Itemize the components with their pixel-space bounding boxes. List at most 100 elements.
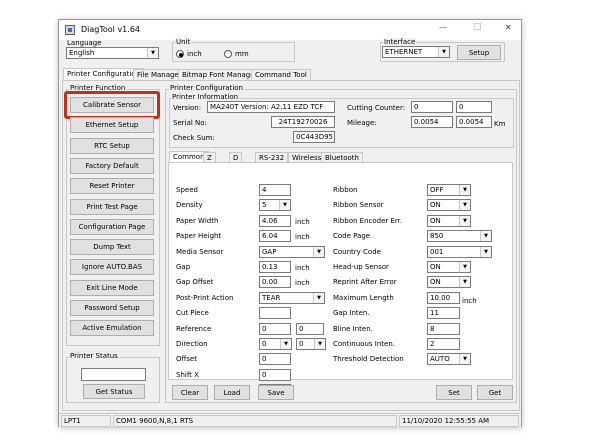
load-button[interactable]: Load [214, 385, 250, 400]
unit-inch-radio[interactable] [176, 50, 184, 58]
code-page-label: Code Page [333, 232, 371, 240]
interface-select[interactable]: ETHERNET ▼ [382, 46, 450, 58]
code-page-value: 850 [430, 232, 444, 240]
serial-label: Serial No: [173, 119, 207, 127]
maximum-length-unit: inch [462, 297, 477, 305]
checksum-field: 0C443D95 [293, 131, 335, 143]
shift-x-field[interactable]: 0 [259, 369, 291, 381]
minimize-icon[interactable]: — [439, 23, 447, 32]
printer-information-label: Printer Information [171, 93, 240, 101]
gap-inten-field[interactable]: 11 [427, 307, 460, 319]
checksum-label: Check Sum: [173, 134, 215, 142]
tab-command-tool[interactable]: Command Tool [251, 69, 311, 80]
printer-function-button-password-setup[interactable]: Password Setup [70, 300, 154, 316]
set-button[interactable]: Set [436, 385, 472, 400]
tab-bitmap-font-manager[interactable]: Bitmap Font Manager [178, 69, 262, 80]
printer-function-button-calibrate-sensor[interactable]: Calibrate Sensor [70, 97, 154, 113]
version-label: Version: [173, 104, 202, 112]
reference-2-field[interactable]: 0 [296, 323, 324, 335]
printer-function-button-configuration-page[interactable]: Configuration Page [70, 219, 154, 235]
density-select[interactable]: 5 ▼ [259, 199, 291, 211]
cutting-counter-field-2: 0 [456, 101, 492, 113]
language-select[interactable]: English ▼ [66, 47, 159, 59]
head-up-sensor-value: ON [430, 263, 441, 271]
chevron-down-icon: ▼ [459, 262, 470, 272]
maximize-icon[interactable]: □ [473, 22, 482, 32]
reprint-after-error-select[interactable]: ON ▼ [427, 276, 471, 288]
offset-field[interactable]: 0 [259, 353, 291, 365]
ribbon-select[interactable]: OFF ▼ [427, 184, 471, 196]
threshold-detection-value: AUTO [430, 355, 450, 363]
gap-offset-unit: inch [295, 279, 310, 287]
maximum-length-field[interactable]: 10.00 [427, 292, 460, 304]
ribbon-encoder-err-label: Ribbon Encoder Err. [333, 217, 403, 225]
unit-inch-label: inch [187, 50, 202, 58]
gap-offset-field[interactable]: 0.00 [259, 276, 291, 288]
ribbon-encoder-err-select[interactable]: ON ▼ [427, 215, 471, 227]
clear-button[interactable]: Clear [172, 385, 208, 400]
language-value: English [69, 49, 95, 57]
bline-inten-field[interactable]: 8 [427, 323, 460, 335]
chevron-down-icon: ▼ [279, 200, 290, 210]
title-bar: DiagTool v1.64 — □ ✕ [59, 20, 521, 40]
media-sensor-select[interactable]: GAP ▼ [259, 246, 325, 258]
threshold-detection-label: Threshold Detection [333, 355, 404, 363]
post-print-action-select[interactable]: TEAR ▼ [259, 292, 325, 304]
printer-function-button-factory-default[interactable]: Factory Default [70, 158, 154, 174]
window-title: DiagTool v1.64 [81, 25, 140, 34]
ribbon-sensor-select[interactable]: ON ▼ [427, 199, 471, 211]
unit-mm-label: mm [235, 50, 249, 58]
printer-function-button-active-emulation[interactable]: Active Emulation [70, 320, 154, 336]
printer-configuration-label: Printer Configuration [169, 84, 244, 92]
threshold-detection-select[interactable]: AUTO ▼ [427, 353, 471, 365]
get-status-button[interactable]: Get Status [83, 384, 145, 399]
gap-field[interactable]: 0.13 [259, 261, 291, 273]
printer-function-button-ignore-auto-bas[interactable]: Ignore AUTO.BAS [70, 259, 154, 275]
printer-function-button-dump-text[interactable]: Dump Text [70, 239, 154, 255]
printer-function-button-ethernet-setup[interactable]: Ethernet Setup [70, 117, 154, 133]
shift-x-label: Shift X [176, 371, 199, 379]
paper-width-field[interactable]: 4.06 [259, 215, 291, 227]
chevron-down-icon: ▼ [459, 216, 470, 226]
media-sensor-value: GAP [262, 248, 277, 256]
ribbon-value: OFF [430, 186, 444, 194]
printer-function-button-exit-line-mode[interactable]: Exit Line Mode [70, 280, 154, 296]
tab-printer-configuration[interactable]: Printer Configuration [63, 68, 144, 80]
mileage-field-1: 0.0054 [411, 116, 453, 128]
maximum-length-label: Maximum Length [333, 294, 394, 302]
printer-function-button-rtc-setup[interactable]: RTC Setup [70, 138, 154, 154]
density-label: Density [176, 201, 203, 209]
save-button[interactable]: Save [258, 385, 294, 400]
close-icon[interactable]: ✕ [505, 23, 512, 32]
direction-2-select[interactable]: 0 ▼ [296, 338, 326, 350]
unit-mm-radio[interactable] [224, 50, 232, 58]
country-code-select[interactable]: 001 ▼ [427, 246, 492, 258]
code-page-select[interactable]: 850 ▼ [427, 230, 492, 242]
chevron-down-icon: ▼ [480, 231, 491, 241]
interface-value: ETHERNET [385, 48, 423, 56]
printer-function-button-print-test-page[interactable]: Print Test Page [70, 199, 154, 215]
direction-1-select[interactable]: 0 ▼ [259, 338, 292, 350]
direction-2-value: 0 [299, 340, 304, 348]
serial-field: 24T19270026 [271, 116, 335, 128]
status-comm: COM1 9600,N,8,1 RTS [113, 415, 397, 427]
cutting-counter-field-1: 0 [411, 101, 453, 113]
reference-1-field[interactable]: 0 [259, 323, 291, 335]
speed-field[interactable]: 4 [259, 184, 291, 196]
head-up-sensor-select[interactable]: ON ▼ [427, 261, 471, 273]
cut-piece-field[interactable] [259, 307, 291, 319]
mileage-unit: Km [494, 120, 506, 128]
mileage-field-2: 0.0054 [456, 116, 492, 128]
density-value: 5 [262, 201, 267, 209]
chevron-down-icon: ▼ [459, 277, 470, 287]
paper-height-field[interactable]: 6.04 [259, 230, 291, 242]
chevron-down-icon: ▼ [480, 247, 491, 257]
country-code-label: Country Code [333, 248, 381, 256]
printer-function-button-reset-printer[interactable]: Reset Printer [70, 178, 154, 194]
get-button[interactable]: Get [477, 385, 513, 400]
reprint-after-error-label: Reprint After Error [333, 278, 397, 286]
post-print-action-label: Post-Print Action [176, 294, 234, 302]
interface-setup-button[interactable]: Setup [457, 45, 501, 60]
continuous-inten-field[interactable]: 2 [427, 338, 460, 350]
media-sensor-label: Media Sensor [176, 248, 224, 256]
